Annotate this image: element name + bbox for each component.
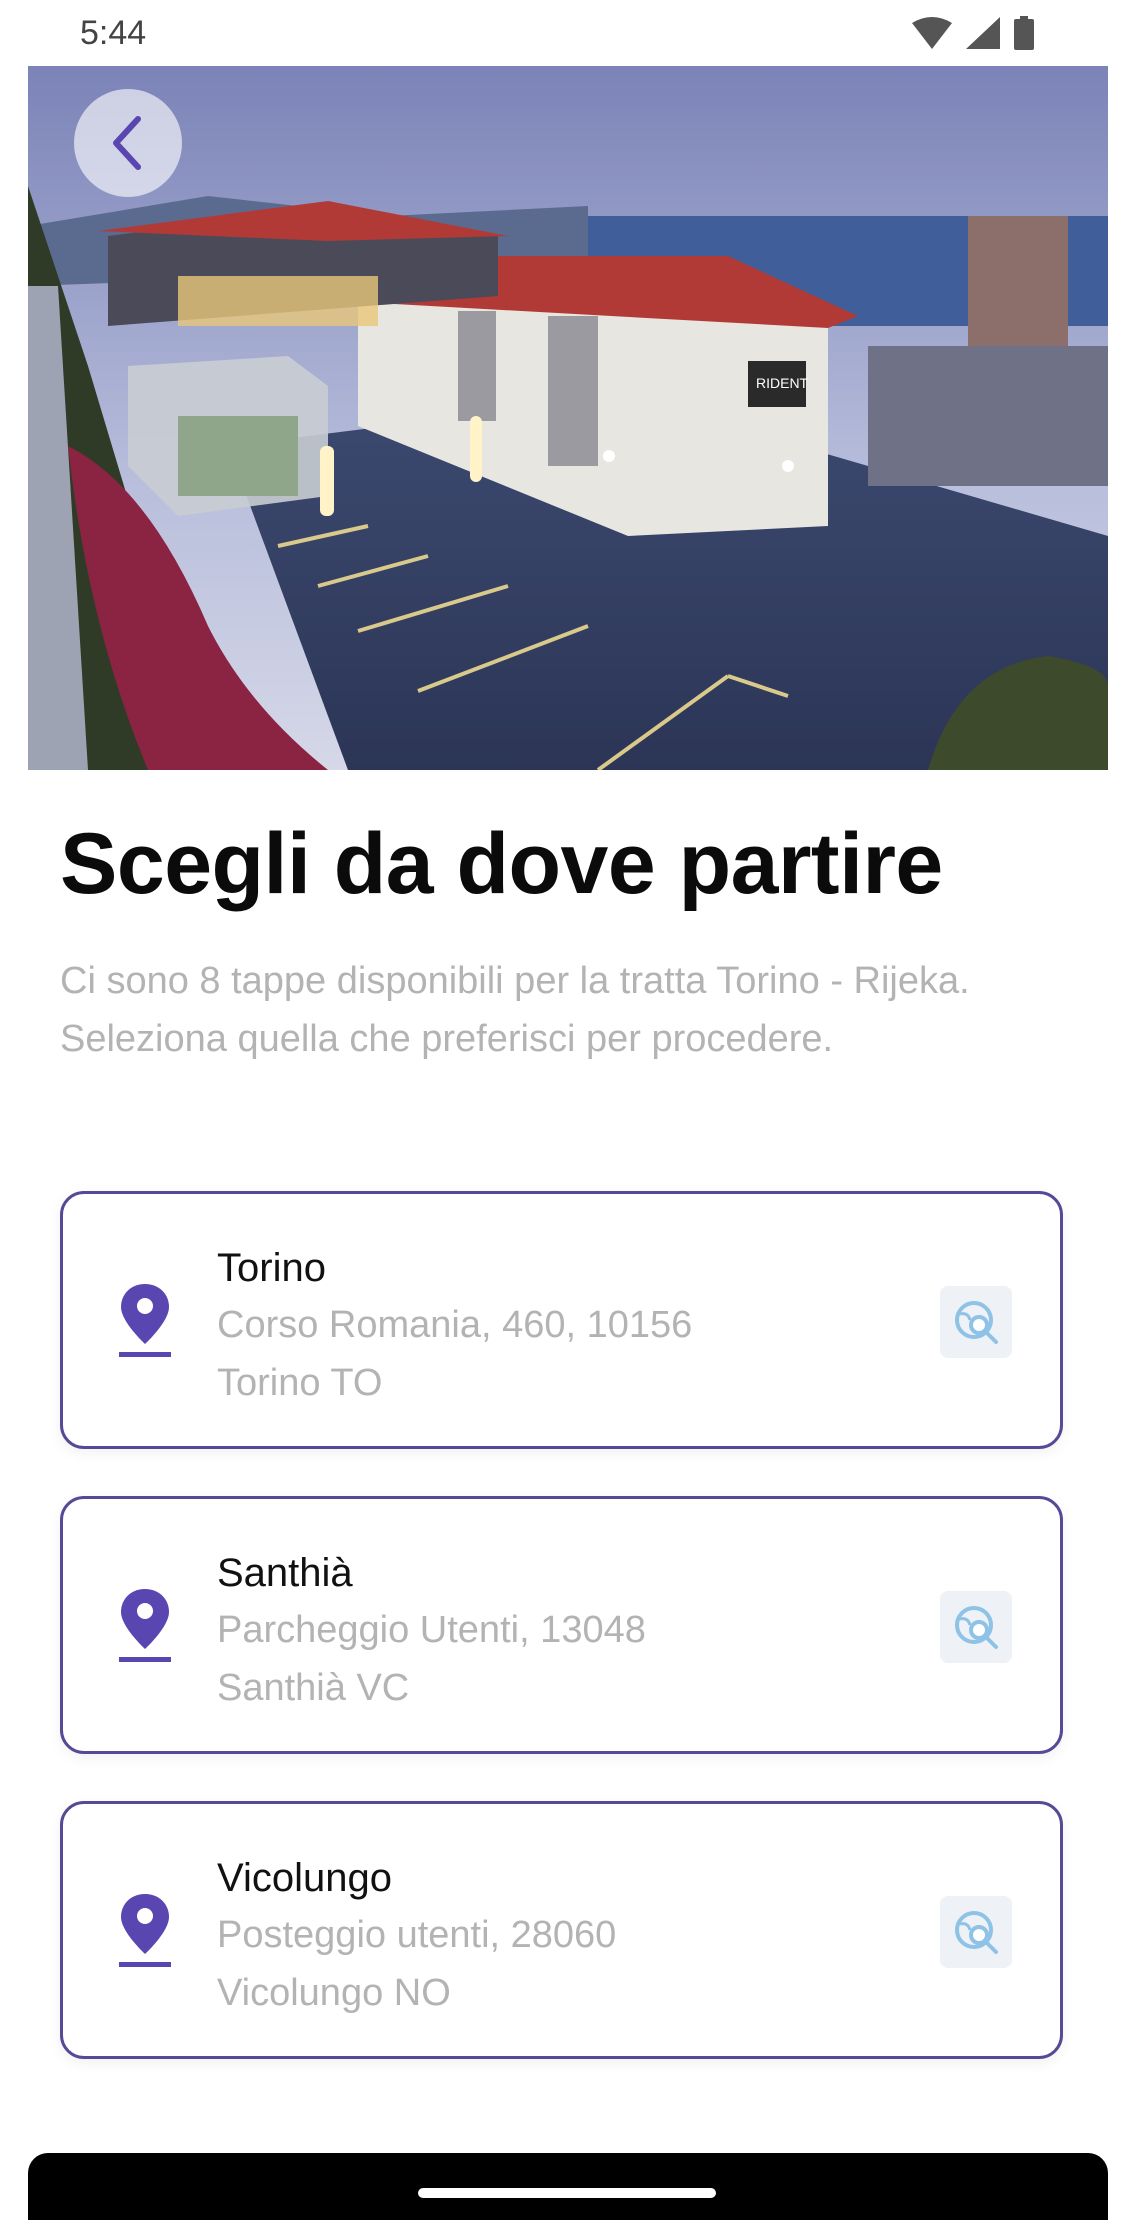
status-icons [912,16,1034,50]
chevron-left-icon [113,116,141,170]
map-search-icon [955,1606,998,1649]
stop-name: Torino [217,1246,326,1290]
map-search-button[interactable] [940,1286,1012,1358]
stop-name: Santhià [217,1551,353,1595]
stop-card-vicolungo[interactable]: Vicolungo Posteggio utenti, 28060 Vicolu… [60,1801,1063,2059]
location-pin-icon [119,1589,171,1662]
building-sign: RIDENT [756,375,809,391]
signal-icon [966,17,1000,49]
stop-address: Posteggio utenti, 28060 Vicolungo NO [217,1914,617,2014]
location-pin-icon [119,1894,171,1967]
status-bar: 5:44 [0,0,1124,66]
map-search-button[interactable] [940,1591,1012,1663]
map-search-button[interactable] [940,1896,1012,1968]
hero-illustration: RIDENT [28,66,1108,770]
page-title: Scegli da dove partire [60,816,943,912]
status-time: 5:44 [80,14,147,52]
map-search-icon [955,1911,998,1954]
home-indicator[interactable] [418,2188,716,2198]
stop-card-santhia[interactable]: Santhià Parcheggio Utenti, 13048 Santhià… [60,1496,1063,1754]
stop-name: Vicolungo [217,1856,392,1900]
stop-address: Corso Romania, 460, 10156 Torino TO [217,1304,693,1404]
system-nav-bar [28,2153,1108,2220]
hero-image: RIDENT [28,66,1108,770]
stop-address: Parcheggio Utenti, 13048 Santhià VC [217,1609,646,1709]
back-button[interactable] [74,89,182,197]
location-pin-icon [119,1284,171,1357]
stop-card-torino[interactable]: Torino Corso Romania, 460, 10156 Torino … [60,1191,1063,1449]
page-subtitle: Ci sono 8 tappe disponibili per la tratt… [60,960,970,1060]
wifi-icon [912,17,952,49]
battery-icon [1014,16,1034,50]
map-search-icon [955,1301,998,1344]
